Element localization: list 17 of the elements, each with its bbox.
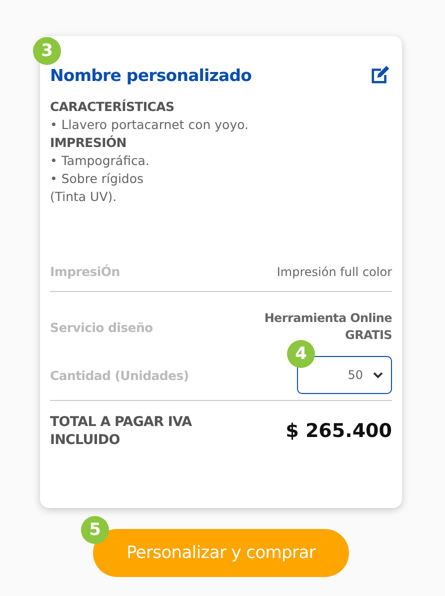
- step-badge: 3: [33, 37, 61, 65]
- row-label: Cantidad (Unidades): [50, 368, 189, 382]
- feature-text: (Tinta UV).: [50, 188, 118, 206]
- section-heading: IMPRESIÓN: [50, 134, 128, 152]
- step-badge: 4: [287, 340, 315, 368]
- chevron-icon: [373, 372, 383, 378]
- section-heading: CARACTERÍSTICAS: [50, 98, 176, 116]
- feature-text: • Tampográfica.: [50, 152, 150, 170]
- row-label: Servicio diseño: [50, 320, 153, 334]
- product-title: Nombre personalizado: [50, 66, 252, 84]
- row-label: ImpresiÓn: [50, 264, 120, 279]
- feature-text: • Llavero portacarnet con yoyo.: [50, 116, 250, 134]
- row-value: Impresión full color: [276, 264, 392, 278]
- step-badge: 5: [81, 516, 109, 544]
- feature-text: • Sobre rígidos: [50, 170, 145, 188]
- total-label: TOTAL A PAGAR IVA INCLUIDO: [50, 413, 193, 449]
- total-price: $ 265.400: [286, 420, 392, 442]
